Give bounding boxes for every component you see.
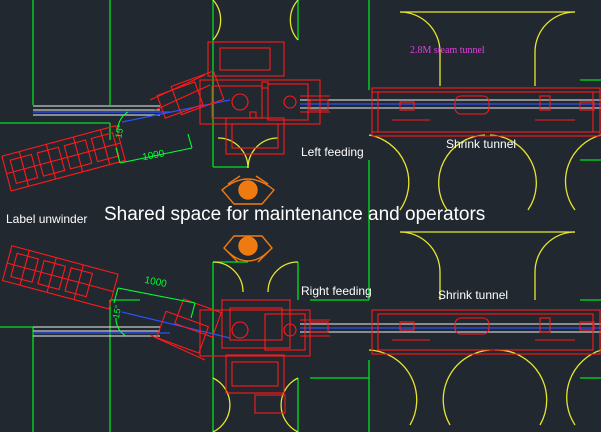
bottom-shrink-tunnel-text: Shrink tunnel: [438, 288, 509, 302]
label-unwinder-text: Label unwinder: [6, 212, 88, 226]
steam-tunnel-text: 2.8M steam tunnel: [410, 45, 485, 56]
left-feeding-text: Left feeding: [301, 145, 364, 159]
shared-space-title: Shared space for maintenance and operato…: [104, 204, 486, 225]
cad-layout-view: 1000 15° 1000 15° Label unwinder Shared …: [0, 0, 601, 432]
top-shrink-tunnel-text: Shrink tunnel: [446, 137, 517, 151]
right-feeding-text: Right feeding: [301, 284, 372, 298]
